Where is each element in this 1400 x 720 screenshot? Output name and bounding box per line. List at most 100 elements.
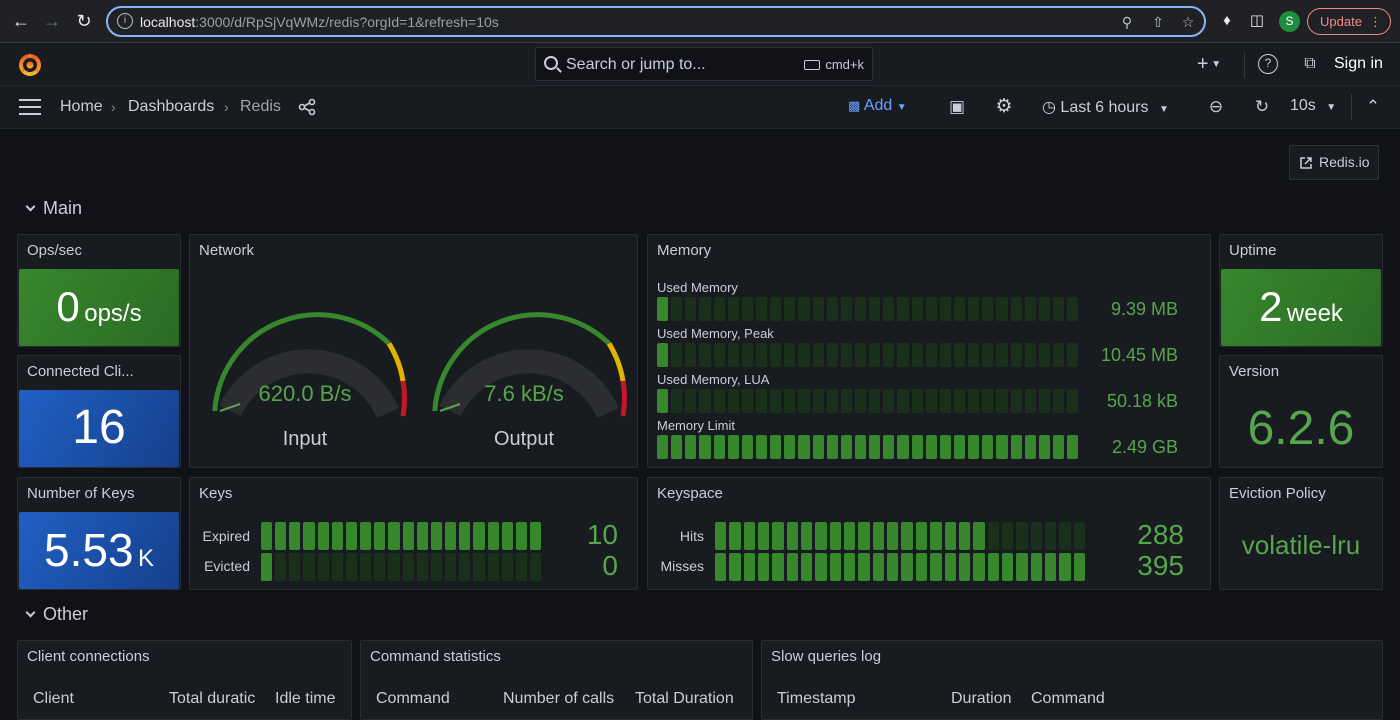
breadcrumb-home[interactable]: Home — [60, 98, 103, 116]
panel-keys[interactable]: Keys Expired 10 Evicted 0 — [189, 477, 638, 590]
column-header[interactable]: Duration — [951, 690, 1011, 708]
panel-memory[interactable]: Memory Used Memory 9.39 MB Used Memory, … — [647, 234, 1211, 468]
panel-command-statistics[interactable]: Command statistics Command Number of cal… — [360, 640, 753, 720]
memory-value: 9.39 MB — [1078, 299, 1178, 320]
panel-ops-sec[interactable]: Ops/sec 0 ops/s — [17, 234, 181, 347]
bar-segment — [827, 389, 838, 413]
panel-client-connections[interactable]: Client connections Client Total duratic … — [17, 640, 352, 720]
panel-title: Client connections — [27, 648, 150, 665]
menu-hamburger-icon[interactable] — [19, 99, 41, 115]
column-header[interactable]: Idle time — [275, 690, 335, 708]
bar-segment — [844, 553, 855, 581]
bar-segment — [459, 553, 470, 581]
panel-connected-clients[interactable]: Connected Cli... 16 — [17, 355, 181, 468]
column-header[interactable]: Command — [1031, 690, 1105, 708]
column-header[interactable]: Command — [376, 690, 450, 708]
settings-gear-icon[interactable]: ⚙ — [993, 97, 1015, 117]
url-text[interactable]: localhost:3000/d/RpSjVqWMz/redis?orgId=1… — [140, 14, 499, 30]
refresh-icon[interactable]: ↻ — [1251, 97, 1273, 117]
bar-segment — [869, 297, 880, 321]
row-other-header[interactable]: Other — [24, 604, 88, 625]
update-button[interactable]: Update⋮ — [1307, 8, 1391, 35]
extensions-puzzle-icon[interactable]: ♦ — [1217, 11, 1237, 31]
bar-segment — [954, 435, 965, 459]
forward-arrow-icon[interactable]: → — [40, 9, 64, 33]
panel-title: Number of Keys — [27, 485, 135, 502]
search-box[interactable]: Search or jump to... cmd+k — [535, 47, 873, 81]
column-header[interactable]: Total Duration — [635, 690, 734, 708]
zoom-icon[interactable]: ⚲ — [1118, 13, 1136, 31]
site-info-icon[interactable]: i — [117, 13, 133, 29]
collapse-chevron-up-icon[interactable]: ⌃ — [1363, 97, 1383, 117]
panel-version[interactable]: Version 6.2.6 — [1219, 355, 1383, 468]
bar-segment — [772, 553, 783, 581]
bar-segment — [657, 343, 668, 367]
bar-segment — [699, 343, 710, 367]
bar-segment — [770, 297, 781, 321]
bar-segment — [883, 343, 894, 367]
panel-title: Keys — [199, 485, 232, 502]
bar-segment — [784, 343, 795, 367]
new-plus-icon[interactable]: + ▼ — [1193, 54, 1225, 75]
refresh-interval-picker[interactable]: 10s ▼ — [1290, 97, 1336, 115]
news-rss-icon[interactable]: ⧉ — [1300, 54, 1320, 74]
zoom-out-icon[interactable]: ⊖ — [1205, 97, 1227, 117]
memory-label: Used Memory, LUA — [657, 372, 769, 387]
share-icon[interactable]: ⇧ — [1149, 13, 1167, 31]
panel-eviction-policy[interactable]: Eviction Policy volatile-lru — [1219, 477, 1383, 590]
bar-segment — [1031, 553, 1042, 581]
bar-segment — [830, 522, 841, 550]
panel-title: Version — [1229, 363, 1279, 380]
bar-segment — [685, 389, 696, 413]
column-header[interactable]: Total duratic — [169, 690, 261, 708]
search-placeholder: Search or jump to... — [566, 56, 706, 74]
shortcut-text: cmd+k — [825, 57, 864, 72]
bar-segment — [916, 553, 927, 581]
add-panel-button[interactable]: ▩ Add ▼ — [848, 97, 907, 115]
row-main-header[interactable]: Main — [24, 198, 82, 219]
back-arrow-icon[interactable]: ← — [9, 9, 33, 33]
save-dashboard-icon[interactable]: ▣ — [946, 97, 968, 117]
bar-segment — [729, 522, 740, 550]
bar-segment — [954, 343, 965, 367]
bar-segment — [1011, 297, 1022, 321]
panel-number-of-keys[interactable]: Number of Keys 5.53 K — [17, 477, 181, 590]
bar-segment — [714, 389, 725, 413]
sign-in-link[interactable]: Sign in — [1334, 55, 1383, 73]
keys-value: 10 — [550, 519, 618, 551]
profile-avatar[interactable]: S — [1279, 11, 1300, 32]
bar-segment — [289, 553, 300, 581]
bar-segment — [912, 435, 923, 459]
row-title: Other — [43, 604, 88, 624]
side-panel-icon[interactable]: ◫ — [1247, 11, 1267, 31]
column-header[interactable]: Client — [33, 690, 74, 708]
column-header[interactable]: Number of calls — [503, 690, 614, 708]
panel-uptime[interactable]: Uptime 2 week — [1219, 234, 1383, 347]
gauge-input-value: 620.0 B/s — [235, 381, 375, 407]
panel-slow-queries-log[interactable]: Slow queries log Timestamp Duration Comm… — [761, 640, 1383, 720]
bar-segment — [530, 522, 541, 550]
bar-segment — [1045, 522, 1056, 550]
panel-keyspace[interactable]: Keyspace Hits 288 Misses 395 — [647, 477, 1211, 590]
stat-value: 16 — [72, 401, 125, 454]
breadcrumb-dashboards[interactable]: Dashboards — [128, 98, 214, 116]
share-icon[interactable] — [298, 98, 316, 116]
grafana-logo-icon[interactable] — [17, 52, 43, 78]
time-range-picker[interactable]: ◷ Last 6 hours ▼ — [1042, 97, 1169, 117]
bar-segment — [403, 553, 414, 581]
bar-segment — [289, 522, 300, 550]
reload-icon[interactable]: ↻ — [72, 9, 96, 33]
panel-network[interactable]: Network 620.0 B/s Input 7.6 kB/s Output — [189, 234, 638, 468]
bar-segment — [844, 522, 855, 550]
keyboard-icon — [804, 60, 820, 70]
help-icon[interactable]: ? — [1258, 54, 1278, 74]
bar-segment — [912, 389, 923, 413]
bar-segment — [657, 389, 668, 413]
bookmark-star-icon[interactable]: ☆ — [1179, 13, 1197, 31]
bar-segment — [1039, 297, 1050, 321]
address-bar[interactable]: i localhost:3000/d/RpSjVqWMz/redis?orgId… — [106, 6, 1206, 37]
column-header[interactable]: Timestamp — [777, 690, 856, 708]
bar-segment — [968, 389, 979, 413]
bar-segment — [758, 553, 769, 581]
redis-io-link-button[interactable]: Redis.io — [1289, 145, 1379, 180]
